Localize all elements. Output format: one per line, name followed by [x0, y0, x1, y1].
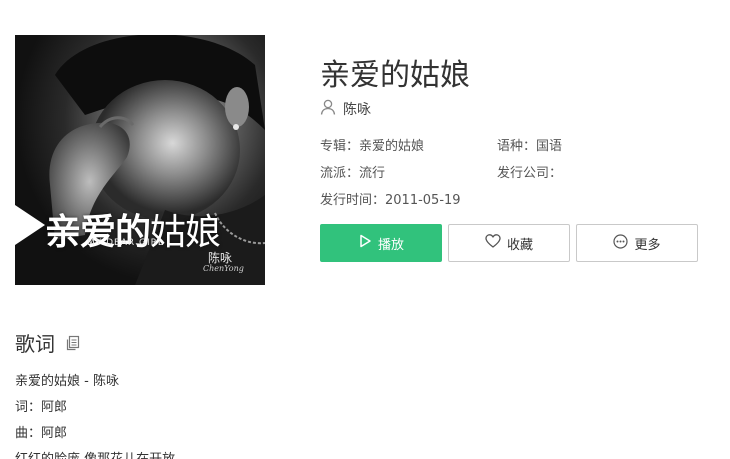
- language-value: 国语: [536, 139, 563, 154]
- lyric-line: 亲爱的姑娘 - 陈咏: [15, 374, 119, 389]
- favorite-button[interactable]: 收藏: [448, 224, 570, 262]
- genre-info: 流派：流行: [320, 162, 385, 181]
- play-button[interactable]: 播放: [320, 224, 442, 262]
- more-button[interactable]: 更多: [576, 224, 698, 262]
- release-info: 发行时间：2011-05-19: [320, 189, 461, 208]
- play-icon: [358, 234, 378, 252]
- company-info: 发行公司：: [497, 162, 562, 181]
- genre-label: 流派：: [320, 166, 360, 181]
- singer-link[interactable]: 陈咏: [320, 99, 371, 119]
- lyrics-header: 歌词: [15, 328, 81, 357]
- album-cover[interactable]: 亲爱的姑娘 MY DEAR GIRL 陈咏 ChenYong: [15, 35, 265, 285]
- song-title: 亲爱的姑娘: [320, 58, 470, 93]
- cover-subtitle: MY DEAR GIRL: [87, 238, 164, 248]
- user-icon: [320, 99, 343, 119]
- language-info: 语种：国语: [497, 135, 562, 154]
- album-link[interactable]: 亲爱的姑娘: [359, 139, 424, 154]
- company-label: 发行公司：: [497, 166, 563, 181]
- favorite-label: 收藏: [506, 237, 533, 253]
- album-info: 专辑：亲爱的姑娘: [320, 135, 424, 154]
- album-label: 专辑：: [320, 139, 360, 154]
- copy-icon[interactable]: [65, 335, 81, 351]
- singer-name: 陈咏: [343, 102, 371, 118]
- lyric-line: 曲：阿郎: [15, 426, 68, 441]
- play-label: 播放: [377, 237, 404, 253]
- more-label: 更多: [634, 237, 661, 253]
- cover-artist-en: ChenYong: [203, 264, 244, 273]
- more-icon: [613, 233, 634, 253]
- song-detail-page: 亲爱的姑娘 MY DEAR GIRL 陈咏 ChenYong 亲爱的姑娘 陈咏 …: [0, 0, 730, 459]
- lyric-line: 词：阿郎: [15, 400, 68, 415]
- release-label: 发行时间：: [320, 193, 386, 208]
- lyric-line: 红红的脸庞 像那花儿在开放: [15, 448, 175, 459]
- release-date: 2011-05-19: [385, 193, 461, 208]
- genre-link[interactable]: 流行: [359, 166, 385, 181]
- lyrics-heading: 歌词: [15, 332, 55, 356]
- language-label: 语种：: [497, 139, 537, 154]
- heart-icon: [485, 234, 507, 252]
